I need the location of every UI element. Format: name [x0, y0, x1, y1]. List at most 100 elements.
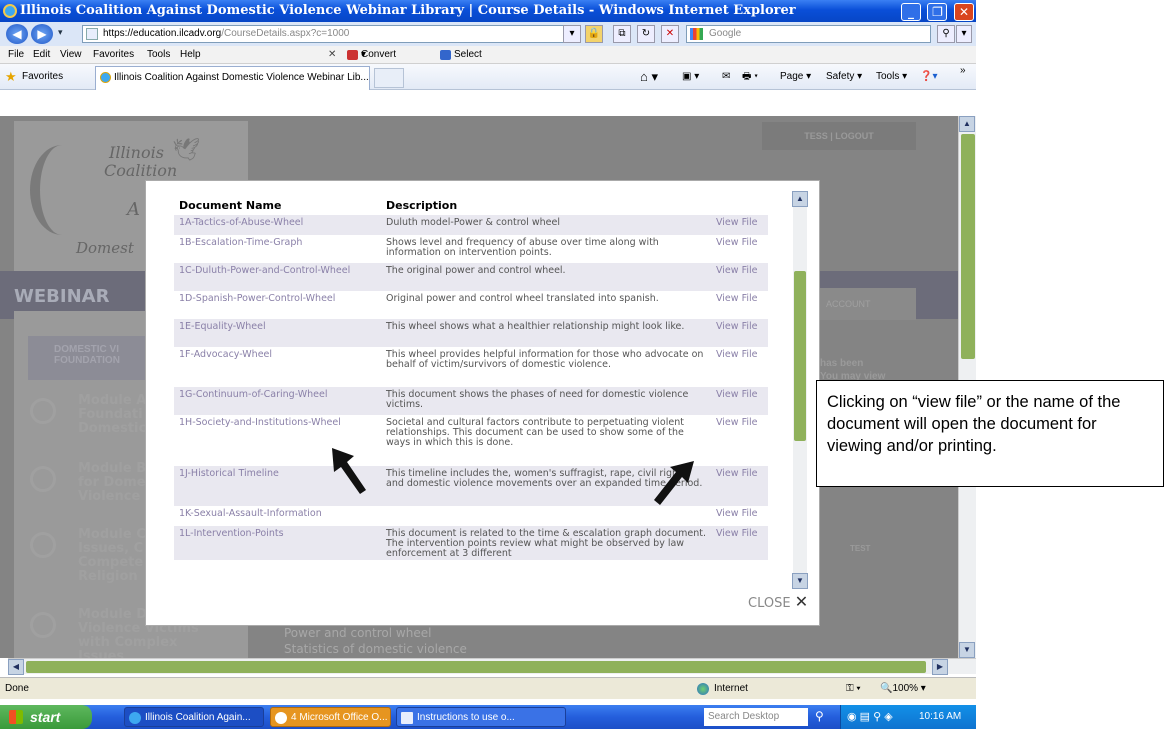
search-button[interactable]: ⚲ — [937, 25, 955, 43]
desktop-search-icon[interactable]: ⚲ — [815, 709, 824, 723]
minimize-button[interactable]: _ — [900, 3, 921, 21]
modal-scroll-thumb[interactable] — [794, 271, 806, 441]
table-row: 1C-Duluth-Power-and-Control-Wheel The or… — [174, 263, 768, 291]
ie-logo-icon — [3, 4, 17, 18]
help-icon[interactable]: ❓▾ — [920, 64, 937, 90]
lock-icon[interactable]: 🔒 — [585, 25, 603, 43]
document-link[interactable]: 1F-Advocacy-Wheel — [174, 347, 381, 387]
table-row: 1B-Escalation-Time-Graph Shows level and… — [174, 235, 768, 263]
menu-favorites[interactable]: Favorites — [93, 46, 134, 64]
refresh-icon[interactable]: ↻ — [637, 25, 655, 43]
view-file-link[interactable]: View File — [711, 526, 768, 560]
task-office[interactable]: 4 Microsoft Office O... — [270, 707, 391, 727]
favorites-button[interactable]: Favorites — [22, 64, 63, 90]
new-tab-button[interactable] — [374, 68, 404, 88]
table-row: 1F-Advocacy-Wheel This wheel provides he… — [174, 347, 768, 387]
view-file-link[interactable]: View File — [711, 263, 768, 291]
address-dropdown-button[interactable]: ▾ — [563, 25, 581, 43]
menu-help[interactable]: Help — [180, 46, 201, 64]
desktop-search-input[interactable]: Search Desktop — [704, 708, 808, 726]
history-dropdown-icon[interactable]: ▾ — [58, 27, 63, 38]
view-file-link[interactable]: View File — [711, 215, 768, 235]
status-bar: Done Internet ⚿ ▾ 🔍100% ▾ — [0, 677, 976, 699]
modal-scroll-down-icon[interactable]: ▼ — [792, 573, 808, 589]
close-modal-button[interactable]: CLOSE ✕ — [748, 594, 808, 611]
document-link[interactable]: 1K-Sexual-Assault-Information — [174, 506, 381, 526]
menu-edit[interactable]: Edit — [33, 46, 50, 64]
document-link[interactable]: 1A-Tactics-of-Abuse-Wheel — [174, 215, 381, 235]
convert-button[interactable]: Convert ▾ — [347, 46, 396, 64]
document-link[interactable]: 1G-Continuum-of-Caring-Wheel — [174, 387, 381, 415]
module-a-line-3: Domestic — [78, 421, 147, 436]
view-file-link[interactable]: View File — [711, 387, 768, 415]
convert-label: Convert — [361, 49, 397, 60]
menu-file[interactable]: File — [8, 46, 24, 64]
protected-mode-icon[interactable]: ⚿ ▾ — [846, 678, 861, 700]
module-b-line-3: Violence — [78, 489, 141, 504]
modal-scroll-up-icon[interactable]: ▲ — [792, 191, 808, 207]
note-line-1: has been — [820, 358, 864, 369]
tools-menu[interactable]: Tools ▾ — [876, 64, 907, 90]
document-link[interactable]: 1L-Intervention-Points — [174, 526, 381, 560]
view-file-link[interactable]: View File — [711, 319, 768, 347]
search-options-button[interactable]: ▾ — [956, 25, 972, 43]
document-link[interactable]: 1E-Equality-Wheel — [174, 319, 381, 347]
page-scrollbar-horizontal[interactable]: ◀ ▶ — [8, 658, 976, 675]
task-ie[interactable]: Illinois Coalition Again... — [124, 707, 264, 727]
stop-icon[interactable]: ✕ — [661, 25, 679, 43]
view-file-link[interactable]: View File — [711, 347, 768, 387]
start-button[interactable]: start — [0, 705, 92, 729]
scroll-up-icon[interactable]: ▲ — [959, 116, 975, 132]
feeds-icon[interactable]: ▣ ▾ — [682, 64, 699, 90]
menu-view[interactable]: View — [60, 46, 82, 64]
taskbar: start Illinois Coalition Again... 4 Micr… — [0, 705, 976, 729]
print-icon[interactable]: 🖶 ▾ — [742, 64, 758, 90]
view-file-link[interactable]: View File — [711, 506, 768, 526]
scroll-thumb-vertical[interactable] — [961, 134, 975, 359]
view-file-link[interactable]: View File — [711, 291, 768, 319]
table-fade — [174, 579, 768, 591]
scroll-right-icon[interactable]: ▶ — [932, 659, 948, 675]
tab-current[interactable]: Illinois Coalition Against Domestic Viol… — [95, 66, 370, 90]
table-row: 1D-Spanish-Power-Control-Wheel Original … — [174, 291, 768, 319]
scroll-left-icon[interactable]: ◀ — [8, 659, 24, 675]
task-ie-icon — [129, 712, 141, 724]
google-icon — [690, 28, 703, 40]
mail-icon[interactable]: ✉ — [722, 64, 730, 90]
url-prefix: https:// — [103, 28, 134, 39]
menu-tools[interactable]: Tools — [147, 46, 170, 64]
close-window-button[interactable]: ✕ — [954, 3, 974, 21]
tray-icons[interactable]: ◉ ▤ ⚲ ◈ — [847, 705, 893, 729]
title-bar: Illinois Coalition Against Domestic Viol… — [0, 0, 976, 22]
account-link[interactable]: TESS | LOGOUT — [762, 122, 916, 150]
view-file-link[interactable]: View File — [711, 235, 768, 263]
scroll-thumb-horizontal[interactable] — [26, 661, 926, 673]
close-toolbar-icon[interactable]: ✕ — [328, 46, 336, 64]
address-input[interactable]: https://education.ilcadv.org/CourseDetai… — [82, 25, 580, 43]
table-row: 1E-Equality-Wheel This wheel shows what … — [174, 319, 768, 347]
scroll-down-icon[interactable]: ▼ — [959, 642, 975, 658]
maximize-button[interactable]: ❐ — [927, 3, 948, 21]
tab-account[interactable]: ACCOUNT — [820, 288, 916, 320]
page-menu[interactable]: Page ▾ — [780, 64, 811, 90]
document-description — [381, 506, 711, 526]
safety-menu[interactable]: Safety ▾ — [826, 64, 862, 90]
home-icon[interactable]: ⌂ ▾ — [640, 64, 658, 90]
document-link[interactable]: 1C-Duluth-Power-and-Control-Wheel — [174, 263, 381, 291]
toolbar-overflow-icon[interactable]: » — [960, 58, 966, 84]
modal-scrollbar[interactable]: ▲ ▼ — [792, 191, 808, 589]
document-link[interactable]: 1B-Escalation-Time-Graph — [174, 235, 381, 263]
compatibility-icon[interactable]: ⧉ — [613, 25, 631, 43]
forward-button[interactable]: ▶ — [31, 24, 53, 44]
back-button[interactable]: ◀ — [6, 24, 28, 44]
favorites-bar: ★ Favorites Illinois Coalition Against D… — [0, 64, 976, 90]
zone-text: Internet — [714, 683, 748, 694]
view-file-link[interactable]: View File — [711, 466, 768, 506]
task-instructions[interactable]: Instructions to use o... — [396, 707, 566, 727]
view-file-link[interactable]: View File — [711, 415, 768, 466]
module-b-status-icon — [30, 466, 56, 492]
menu-bar: File Edit View Favorites Tools Help ✕ Co… — [0, 46, 976, 64]
document-link[interactable]: 1D-Spanish-Power-Control-Wheel — [174, 291, 381, 319]
search-input[interactable]: Google — [686, 25, 931, 43]
zoom-control[interactable]: 🔍100% ▾ — [880, 678, 926, 700]
